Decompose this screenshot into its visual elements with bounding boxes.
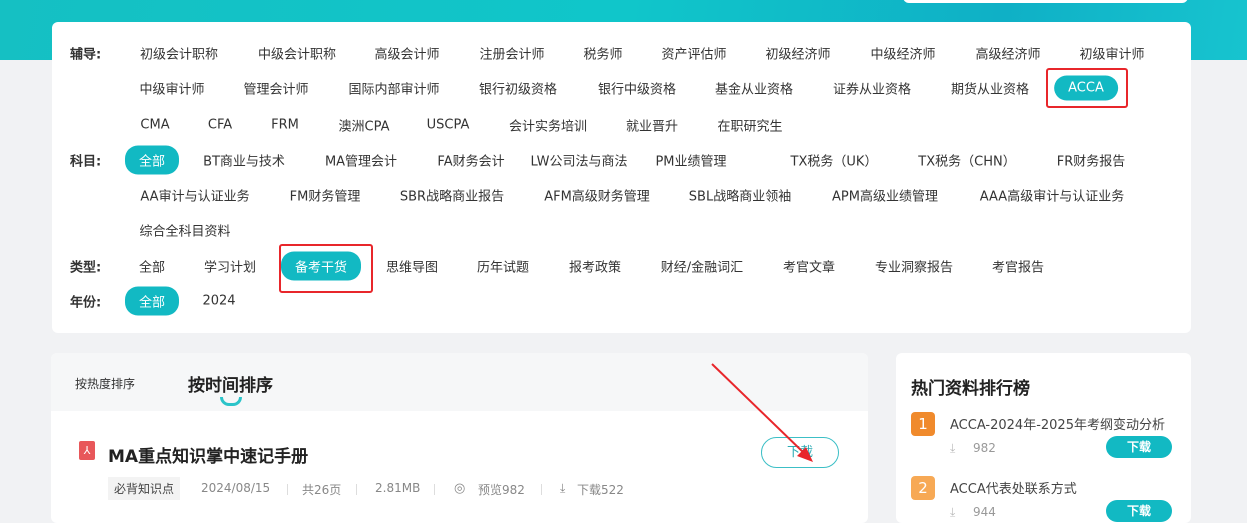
tutoring-filter-option[interactable]: 注册会计师 <box>479 44 544 63</box>
eye-icon: ◎ <box>454 481 466 496</box>
ranking-item-count: 944 <box>973 505 996 519</box>
tutoring-filter-option[interactable]: USCPA <box>427 118 470 133</box>
tutoring-filter-option[interactable]: 资产评估师 <box>661 44 726 63</box>
subject-filter-option[interactable]: FR财务报告 <box>1057 151 1126 170</box>
document-preview-count: 预览982 <box>478 483 525 497</box>
subject-filter-label: 科目: <box>70 154 102 170</box>
rank-badge: 2 <box>911 476 935 500</box>
tutoring-filter-option[interactable]: 中级会计职称 <box>258 44 336 63</box>
type-filter-option[interactable]: 学习计划 <box>204 257 256 276</box>
document-title[interactable]: MA重点知识掌中速记手册 <box>108 442 308 467</box>
subject-filter-option[interactable]: TX税务（UK） <box>791 151 878 170</box>
tutoring-filter-option[interactable]: CMA <box>140 118 169 133</box>
tab-sort-popularity[interactable]: 按热度排序 <box>75 375 135 392</box>
subject-filter-option[interactable]: AFM高级财务管理 <box>544 186 650 205</box>
filter-panel: 辅导: 初级会计职称 中级会计职称 高级会计师 注册会计师 税务师 资产评估师 初级经济师 中级… <box>52 22 1191 333</box>
ranking-item-title[interactable]: ACCA代表处联系方式 <box>950 478 1077 497</box>
tutoring-filter-option[interactable]: 国际内部审计师 <box>348 79 439 98</box>
document-download-count: 下载522 <box>577 483 624 497</box>
year-filter-label: 年份: <box>70 295 102 311</box>
subject-filter-option[interactable]: AAA高级审计与认证业务 <box>980 186 1124 205</box>
ranking-download-button[interactable]: 下载 <box>1106 500 1172 522</box>
ranking-item-count: 982 <box>973 441 996 455</box>
tutoring-filter-option[interactable]: 管理会计师 <box>243 79 308 98</box>
rank-badge: 1 <box>911 412 935 436</box>
divider <box>434 484 435 495</box>
tutoring-filter-option[interactable]: 税务师 <box>583 44 622 63</box>
pdf-icon: ⅄ <box>79 441 95 460</box>
tutoring-filter-option[interactable]: 初级经济师 <box>765 44 830 63</box>
tutoring-filter-option[interactable]: FRM <box>271 118 299 133</box>
tutoring-filter-option[interactable]: 就业晋升 <box>626 116 678 135</box>
subject-filter-option[interactable]: 综合全科目资料 <box>139 221 230 240</box>
ranking-item-title[interactable]: ACCA-2024年-2025年考纲变动分析 <box>950 414 1165 433</box>
subject-filter-option[interactable]: BT商业与技术 <box>203 151 285 170</box>
download-icon: ⤓ <box>950 505 956 519</box>
tutoring-filter-option[interactable]: 中级经济师 <box>870 44 935 63</box>
tutoring-filter-option[interactable]: 高级会计师 <box>374 44 439 63</box>
document-pages: 共26页 <box>302 483 342 497</box>
subject-filter-option[interactable]: FM财务管理 <box>290 186 361 205</box>
tutoring-filter-option[interactable]: 银行中级资格 <box>598 79 676 98</box>
download-button[interactable]: 下载 <box>761 437 839 468</box>
tutoring-filter-option[interactable]: 基金从业资格 <box>715 79 793 98</box>
tutoring-filter-option[interactable]: 初级审计师 <box>1079 44 1144 63</box>
sort-tabs: 按热度排序 按时间排序 <box>51 353 868 411</box>
active-tab-indicator <box>220 397 242 406</box>
document-date: 2024/08/15 <box>201 481 271 495</box>
subject-filter-option[interactable]: AA审计与认证业务 <box>140 186 249 205</box>
tutoring-filter-option[interactable]: 在职研究生 <box>717 116 782 135</box>
tutoring-filter-option[interactable]: 银行初级资格 <box>479 79 557 98</box>
ranking-download-button[interactable]: 下载 <box>1106 436 1172 458</box>
subject-filter-option[interactable]: TX税务（CHN） <box>918 151 1015 170</box>
document-list: 按热度排序 按时间排序 ⅄ MA重点知识掌中速记手册 下载 必背知识点 2024… <box>51 353 868 523</box>
document-size: 2.81MB <box>375 481 421 495</box>
subject-filter-option[interactable]: 全部 <box>124 145 180 175</box>
subject-filter-option[interactable]: SBL战略商业领袖 <box>689 186 791 205</box>
tutoring-filter-option[interactable]: 初级会计职称 <box>140 44 218 63</box>
tutoring-filter-option[interactable]: 高级经济师 <box>975 44 1040 63</box>
tutoring-filter-label: 辅导: <box>70 47 102 63</box>
subject-filter-option[interactable]: SBR战略商业报告 <box>400 186 504 205</box>
subject-filter-option[interactable]: MA管理会计 <box>325 151 397 170</box>
subject-filter-option[interactable]: FA财务会计 <box>437 151 504 170</box>
year-filter-option[interactable]: 2024 <box>202 294 235 309</box>
year-filter-option[interactable]: 全部 <box>124 286 180 316</box>
type-filter-option[interactable]: 考官文章 <box>783 257 835 276</box>
tutoring-filter-option[interactable]: 中级审计师 <box>139 79 204 98</box>
highlight-box <box>279 244 373 293</box>
highlight-box <box>1046 68 1128 108</box>
divider <box>541 484 542 495</box>
type-filter-option[interactable]: 报考政策 <box>569 257 621 276</box>
subject-filter-option[interactable]: APM高级业绩管理 <box>832 186 938 205</box>
type-filter-option[interactable]: 财经/金融词汇 <box>661 257 743 276</box>
type-filter-label: 类型: <box>70 260 102 276</box>
type-filter-option[interactable]: 全部 <box>139 257 165 276</box>
tab-sort-time[interactable]: 按时间排序 <box>188 371 273 396</box>
divider <box>356 484 357 495</box>
tutoring-filter-option[interactable]: 证券从业资格 <box>833 79 911 98</box>
subject-filter-option[interactable]: PM业绩管理 <box>655 151 726 170</box>
download-icon: ⤓ <box>950 441 956 455</box>
type-filter-option[interactable]: 历年试题 <box>477 257 529 276</box>
tutoring-filter-option[interactable]: 澳洲CPA <box>339 116 390 135</box>
download-icon: ⤓ <box>560 481 566 495</box>
ranking-panel: 热门资料排行榜 1 ACCA-2024年-2025年考纲变动分析 ⤓ 982 下… <box>896 353 1191 523</box>
tutoring-filter-option[interactable]: 期货从业资格 <box>951 79 1029 98</box>
tutoring-filter-option[interactable]: CFA <box>208 118 232 133</box>
type-filter-option[interactable]: 考官报告 <box>992 257 1044 276</box>
type-filter-option[interactable]: 思维导图 <box>386 257 438 276</box>
divider <box>287 484 288 495</box>
tutoring-filter-option[interactable]: 会计实务培训 <box>509 116 587 135</box>
subject-filter-option[interactable]: LW公司法与商法 <box>531 151 628 170</box>
search-box[interactable] <box>903 0 1188 3</box>
document-tag: 必背知识点 <box>108 477 181 500</box>
type-filter-option[interactable]: 专业洞察报告 <box>875 257 953 276</box>
ranking-title: 热门资料排行榜 <box>911 379 1030 399</box>
